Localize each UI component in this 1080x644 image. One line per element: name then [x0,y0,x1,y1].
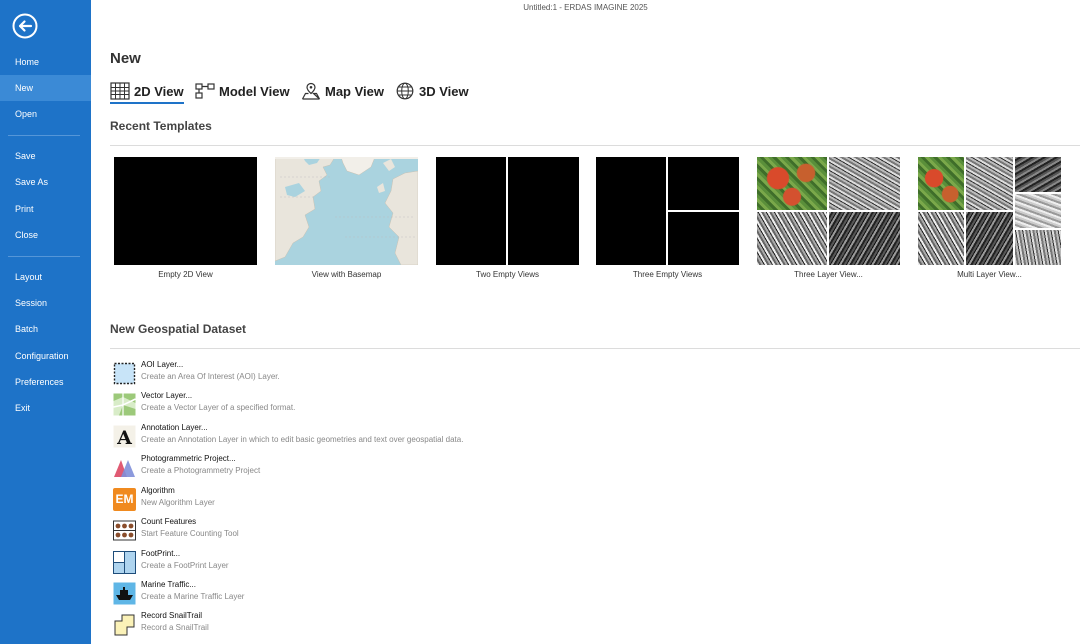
map-pin-icon [301,82,321,100]
ship-icon [113,582,136,605]
sidebar-item-close[interactable]: Close [0,222,91,248]
image-layer-thumb [829,157,900,210]
dataset-title: Marine Traffic... [141,580,196,589]
tab-model-view[interactable]: Model View [195,80,290,102]
template-thumbnail [757,157,900,265]
dataset-description: Create an Annotation Layer in which to e… [141,435,464,444]
template-label: Multi Layer View... [957,270,1022,279]
template-three-layer-view[interactable]: Three Layer View... [757,157,900,279]
recent-templates-title: Recent Templates [110,119,212,133]
section-divider [110,145,1080,146]
template-two-empty-views[interactable]: Two Empty Views [436,157,579,279]
photogrammetry-icon [113,456,136,479]
image-layer-thumb [1015,194,1061,228]
sidebar-item-session[interactable]: Session [0,290,91,316]
tab-label: 2D View [134,83,184,99]
tab-label: 3D View [419,83,469,99]
flowchart-icon [195,83,215,99]
dataset-description: Start Feature Counting Tool [141,529,239,538]
sidebar-item-exit[interactable]: Exit [0,395,91,421]
aoi-icon [113,362,136,385]
section-divider [110,348,1080,349]
sidebar-item-batch[interactable]: Batch [0,316,91,342]
tab-3d-view[interactable]: 3D View [395,80,469,102]
sidebar-item-print[interactable]: Print [0,196,91,222]
tab-label: Model View [219,83,290,99]
dataset-title: Record SnailTrail [141,611,203,620]
count-icon [113,519,136,542]
image-layer-thumb [918,157,964,210]
image-layer-thumb [1015,157,1061,192]
template-thumbnail [114,157,257,265]
template-empty-2d-view[interactable]: Empty 2D View [114,157,257,279]
sidebar-item-layout[interactable]: Layout [0,264,91,290]
dataset-section-title: New Geospatial Dataset [110,322,247,336]
sidebar-item-configuration[interactable]: Configuration [0,343,91,369]
dataset-description: Create a FootPrint Layer [141,561,229,570]
tab-label: Map View [325,83,385,99]
sidebar-item-open[interactable]: Open [0,101,91,127]
dataset-description: Record a SnailTrail [141,623,209,632]
sidebar-item-save[interactable]: Save [0,143,91,169]
back-arrow-icon[interactable] [12,13,38,39]
dataset-description: Create an Area Of Interest (AOI) Layer. [141,372,280,381]
sidebar-divider [8,135,80,136]
dataset-description: Create a Photogrammetry Project [141,466,261,475]
basemap-thumbnail [275,157,418,265]
template-thumbnail [436,157,579,265]
template-three-empty-views[interactable]: Three Empty Views [596,157,739,279]
template-label: Empty 2D View [158,270,213,279]
algorithm-icon: EM [113,488,136,511]
sidebar-item-save-as[interactable]: Save As [0,169,91,195]
template-thumbnail [918,157,1061,265]
dataset-title: Algorithm [141,486,175,495]
page-title: New [110,50,141,67]
dataset-title: Vector Layer... [141,391,193,400]
algorithm-icon-text: EM [115,492,134,506]
template-label: View with Basemap [311,270,382,279]
image-layer-thumb [757,212,827,265]
sidebar-divider [8,256,80,257]
tab-2d-view[interactable]: 2D View [110,80,184,104]
backstage-sidebar: Home New Open Save Save As Print Close L… [0,0,91,644]
sidebar-item-home[interactable]: Home [0,49,91,75]
template-view-with-basemap[interactable]: View with Basemap [275,157,418,279]
split-divider [668,210,739,212]
template-label: Three Empty Views [632,270,703,279]
dataset-description: New Algorithm Layer [141,498,215,507]
dataset-title: AOI Layer... [141,360,184,369]
window-title: Untitled:1 - ERDAS IMAGINE 2025 [523,3,648,12]
dataset-title: Annotation Layer... [141,423,208,432]
dataset-title: FootPrint... [141,549,181,558]
template-label: Two Empty Views [476,270,539,279]
dataset-description: Create a Vector Layer of a specified for… [141,403,296,412]
tab-map-view[interactable]: Map View [301,80,384,102]
image-layer-thumb [829,212,900,265]
image-layer-thumb [757,157,827,210]
image-layer-thumb [966,212,1013,265]
template-thumbnail [596,157,739,265]
sidebar-item-new[interactable]: New [0,75,91,101]
split-divider [506,157,508,265]
svg-text:A: A [116,427,132,448]
grid-icon [110,82,130,100]
image-layer-thumb [1015,230,1061,265]
template-multi-layer-view[interactable]: Multi Layer View... [918,157,1061,279]
dataset-title: Photogrammetric Project... [141,454,236,463]
annotation-icon: A [113,425,136,449]
image-layer-thumb [966,157,1013,210]
sidebar-item-preferences[interactable]: Preferences [0,369,91,395]
dataset-title: Count Features [141,517,197,526]
template-label: Three Layer View... [794,270,863,279]
snailtrail-icon [113,613,136,636]
footprint-icon [113,551,136,574]
globe-icon [396,82,414,100]
dataset-description: Create a Marine Traffic Layer [141,592,245,601]
vector-icon [113,393,136,416]
image-layer-thumb [918,212,964,265]
